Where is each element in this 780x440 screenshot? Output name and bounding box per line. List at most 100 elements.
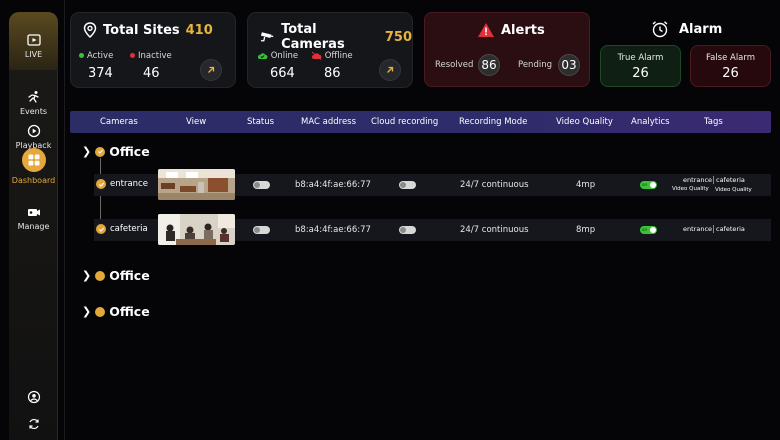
tag-entrance[interactable]: entrance [683, 225, 712, 233]
column-header-video-quality: Video Quality [556, 117, 613, 127]
cloud-offline-icon [311, 51, 322, 60]
column-header-tags: Tags [704, 117, 723, 127]
alarm-clock-icon [652, 21, 668, 38]
resolved-label: Resolved [435, 60, 474, 70]
recording-mode: 24/7 continuous [460, 225, 529, 235]
tag-subtitle-1: Video Quality [672, 186, 709, 192]
group-name: Office [109, 144, 150, 159]
check-circle-icon [96, 224, 106, 234]
group-status-dot [95, 270, 106, 281]
video-quality: 4mp [576, 180, 596, 190]
column-header-cameras: Cameras [100, 117, 138, 127]
user-icon [27, 390, 40, 404]
tag-entrance[interactable]: entrance [683, 176, 712, 184]
inactive-sites-label: Inactive [130, 51, 172, 61]
status-toggle[interactable] [253, 181, 270, 189]
total-cameras-title: Total Cameras 750 [260, 22, 412, 52]
location-pin-icon [83, 22, 97, 38]
true-alarm-label: True Alarm [617, 53, 664, 63]
online-cameras-value: 664 [270, 66, 295, 81]
manage-icon [27, 209, 40, 216]
camera-name-entrance: entrance [96, 179, 148, 189]
column-header-recording-mode: Recording Mode [459, 117, 528, 127]
offline-cameras-label: Offline [311, 51, 353, 61]
sync-icon [28, 418, 39, 430]
live-icon [26, 34, 41, 46]
inactive-dot-icon [130, 53, 135, 58]
sidebar-item-playback[interactable]: Playback [9, 124, 58, 150]
active-sites-value: 374 [88, 66, 113, 81]
sidebar-item-label: Dashboard [11, 176, 56, 185]
analytics-toggle[interactable]: on [640, 181, 657, 189]
table-header: Cameras View Status MAC address Cloud re… [70, 111, 771, 133]
group-status-dot [95, 306, 106, 317]
status-toggle[interactable] [253, 226, 270, 234]
column-header-mac: MAC address [301, 117, 357, 127]
check-circle-icon [96, 179, 106, 189]
chevron-right-icon: ❯ [82, 145, 92, 158]
sidebar-item-events[interactable]: Events [9, 90, 58, 116]
cameras-open-button[interactable] [379, 59, 401, 81]
mac-address: b8:a4:4f:ae:66:77 [295, 225, 371, 235]
total-cameras-count: 750 [384, 29, 412, 45]
chevron-right-icon: ❯ [82, 305, 92, 318]
tag-cafeteria[interactable]: cafeteria [716, 176, 745, 184]
camera-view-thumbnail[interactable] [158, 169, 235, 200]
video-quality: 8mp [576, 225, 596, 235]
total-sites-label: Total Sites [103, 22, 180, 38]
sites-open-button[interactable] [200, 59, 222, 81]
content-divider [64, 0, 65, 440]
playback-icon [27, 124, 40, 138]
true-alarm-value: 26 [632, 66, 649, 81]
sidebar-item-dashboard[interactable]: Dashboard [9, 148, 58, 185]
cloud-recording-toggle[interactable] [399, 181, 416, 189]
sidebar-item-label: Events [19, 107, 48, 116]
sync-button[interactable] [9, 417, 58, 434]
sidebar-item-label: LIVE [24, 50, 43, 59]
chevron-right-icon: ❯ [82, 269, 92, 282]
alarm-title: Alarm [651, 20, 722, 38]
cctv-camera-icon [260, 32, 274, 42]
events-icon [27, 91, 39, 103]
cloud-recording-toggle[interactable] [399, 226, 416, 234]
inactive-sites-value: 46 [143, 66, 160, 81]
column-header-cloud-recording: Cloud recording [371, 117, 439, 127]
tag-cafeteria[interactable]: cafeteria [716, 225, 745, 233]
column-header-view: View [186, 117, 207, 127]
true-alarm-card[interactable]: True Alarm 26 [600, 45, 681, 87]
camera-view-thumbnail[interactable] [158, 214, 235, 245]
cloud-online-icon [257, 53, 268, 59]
column-header-analytics: Analytics [631, 117, 670, 127]
total-cameras-label: Total Cameras [281, 22, 345, 52]
total-sites-title: Total Sites 410 [83, 22, 213, 38]
dashboard-icon [28, 154, 39, 166]
false-alarm-label: False Alarm [705, 53, 756, 63]
column-header-status: Status [247, 117, 275, 127]
online-cameras-label: Online [257, 51, 298, 61]
sidebar-item-live[interactable]: LIVE [9, 33, 58, 59]
sidebar-item-label: Manage [17, 222, 50, 231]
arrow-up-right-icon [208, 66, 215, 73]
user-button[interactable] [9, 390, 58, 407]
alerts-card[interactable]: Alerts Resolved 86 Pending 03 [424, 12, 590, 87]
total-cameras-card: Total Cameras 750 Online 664 Offline 86 [247, 12, 413, 88]
group-office-3[interactable]: ❯ Office [82, 304, 150, 319]
recording-mode: 24/7 continuous [460, 180, 529, 190]
active-sites-label: Active [79, 51, 113, 61]
group-office-1[interactable]: ❯ Office [82, 144, 150, 159]
arrow-up-right-icon [387, 66, 394, 73]
total-sites-card: Total Sites 410 Active 374 Inactive 46 [70, 12, 236, 88]
group-name: Office [109, 268, 150, 283]
warning-icon [478, 23, 494, 37]
active-dot-icon [79, 53, 84, 58]
pending-label: Pending [518, 60, 552, 70]
analytics-toggle[interactable]: on [640, 226, 657, 234]
sidebar-item-manage[interactable]: Manage [9, 205, 58, 231]
sidebar: LIVE Events Playback Dashboard Manage [9, 12, 58, 440]
false-alarm-card[interactable]: False Alarm 26 [690, 45, 771, 87]
group-office-2[interactable]: ❯ Office [82, 268, 150, 283]
pending-count: 03 [558, 54, 580, 76]
tag-divider [713, 225, 714, 233]
tag-subtitle-2: Video Quality [715, 187, 752, 193]
total-sites-count: 410 [185, 22, 213, 38]
